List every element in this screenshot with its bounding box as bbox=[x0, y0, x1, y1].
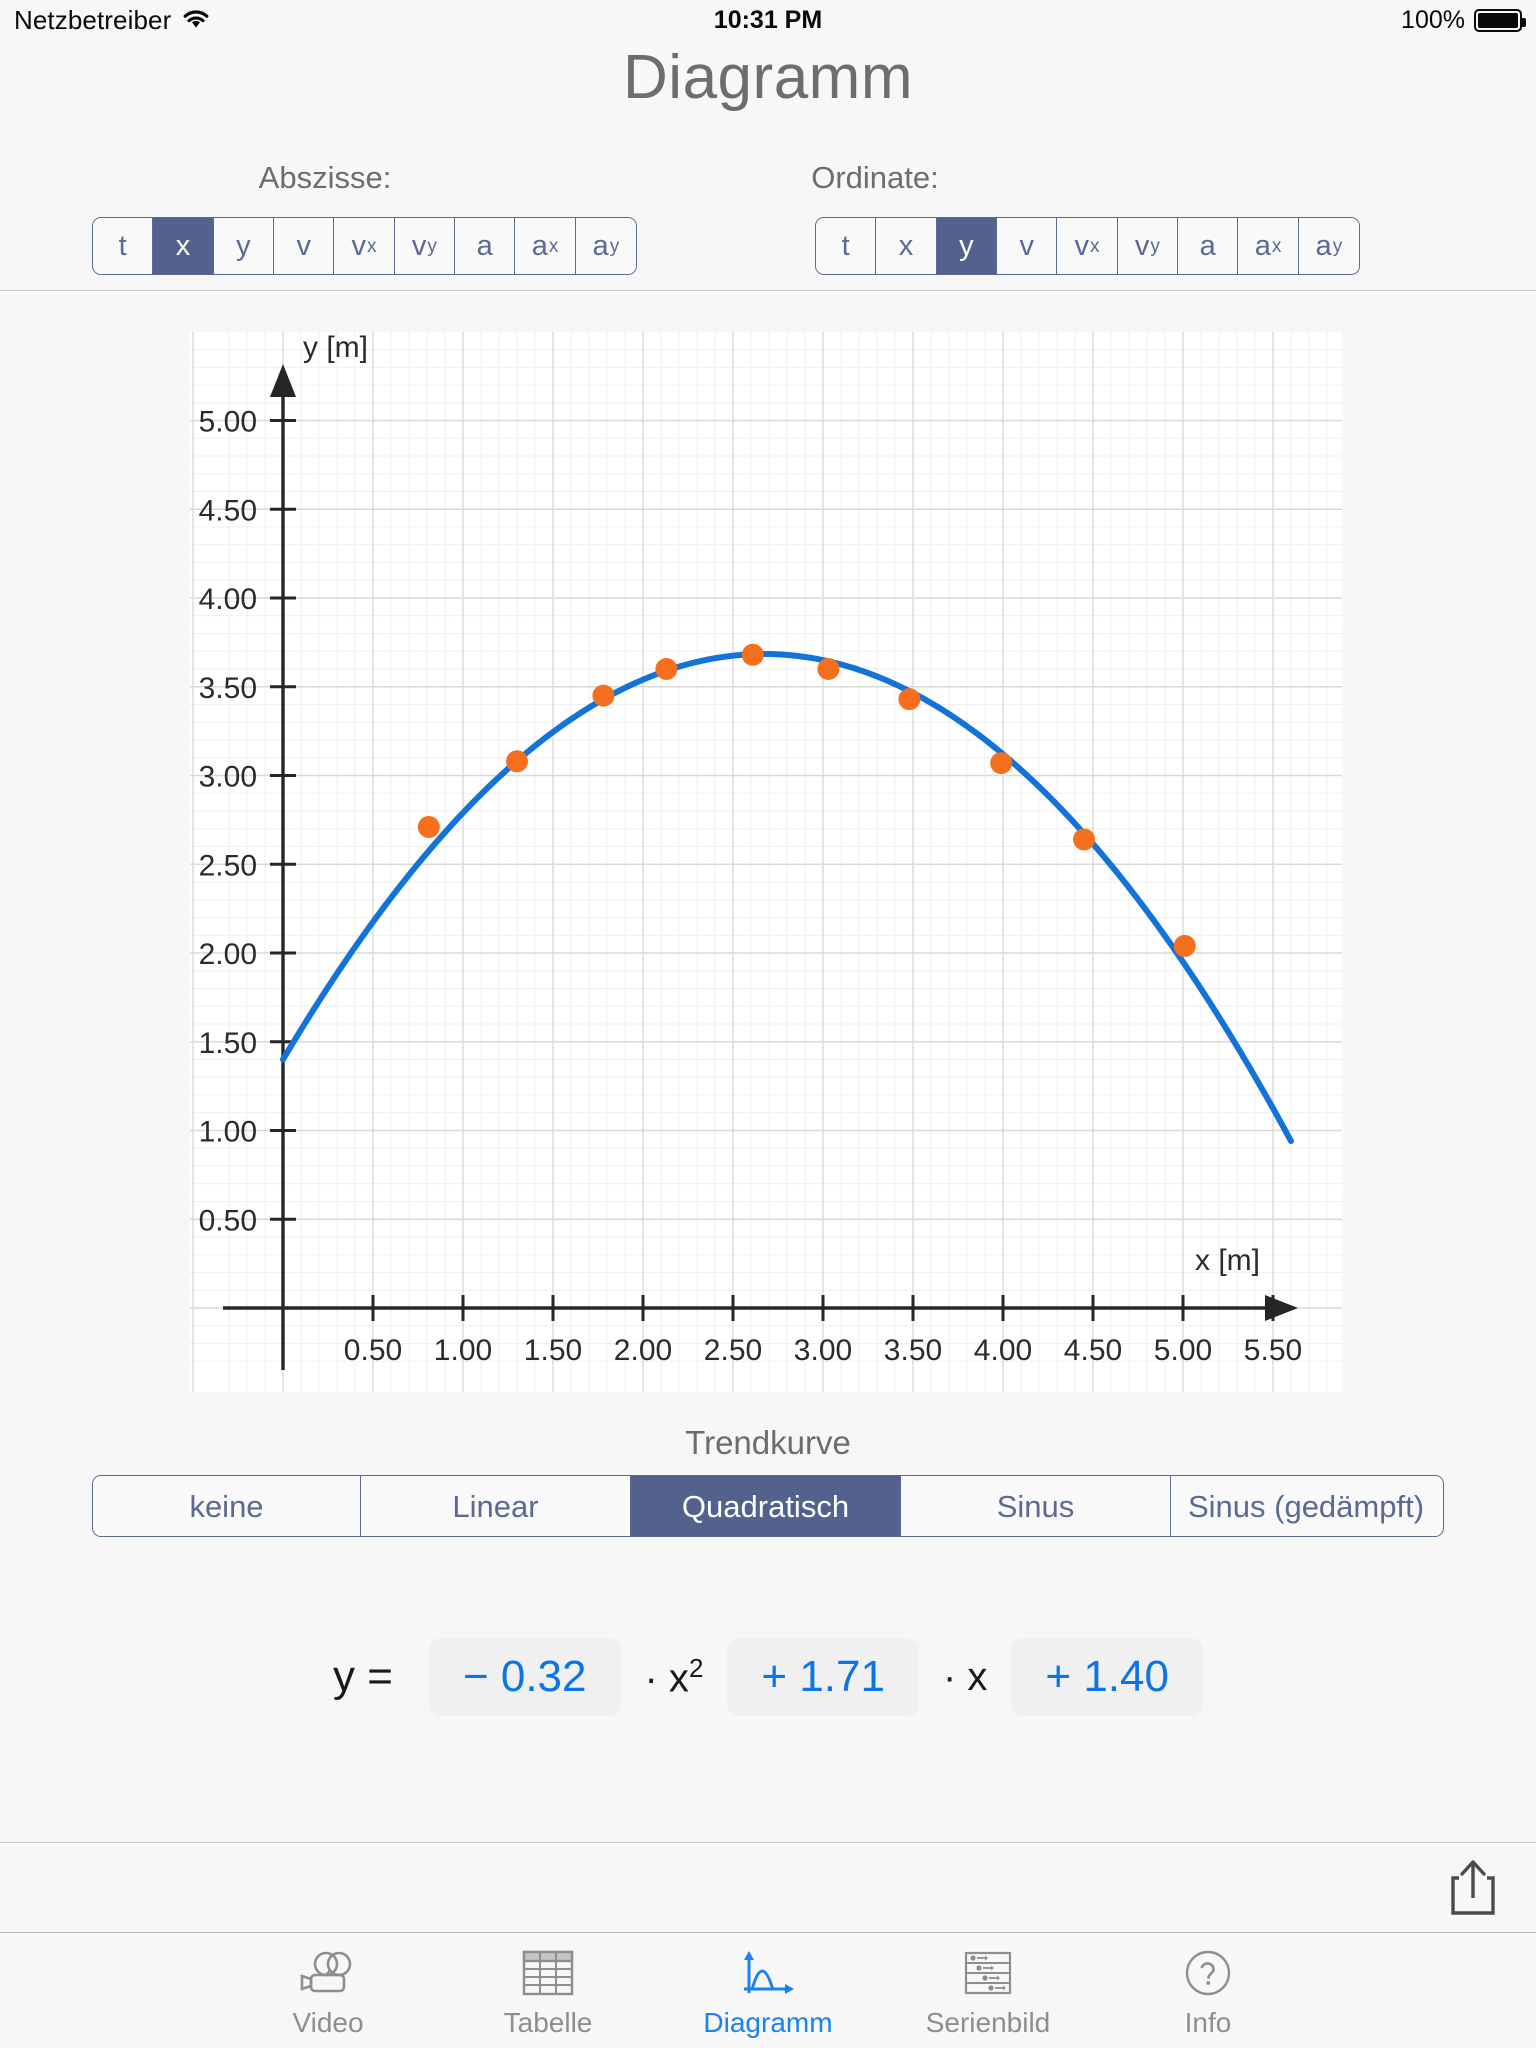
abscissa-option-ax[interactable]: ax bbox=[515, 218, 576, 274]
app-root: Netzbetreiber 10:31 PM 100% Diagramm Abs… bbox=[0, 0, 1536, 2048]
svg-text:5.00: 5.00 bbox=[199, 406, 257, 439]
svg-text:4.50: 4.50 bbox=[1064, 1334, 1122, 1367]
status-bar-time: 10:31 PM bbox=[713, 5, 823, 34]
x-axis-label: x [m] bbox=[1195, 1244, 1260, 1277]
ordinate-option-vx[interactable]: vx bbox=[1057, 218, 1118, 274]
tab-video-label: Video bbox=[292, 2007, 364, 2038]
data-point bbox=[990, 752, 1013, 775]
table-grid-icon bbox=[522, 1947, 574, 1999]
share-button[interactable] bbox=[1436, 1852, 1510, 1926]
trend-option-linear[interactable]: Linear bbox=[361, 1476, 631, 1536]
ordinate-option-vy[interactable]: vy bbox=[1117, 218, 1179, 274]
svg-text:4.50: 4.50 bbox=[199, 494, 257, 527]
formula-term-x: · x bbox=[942, 1654, 988, 1699]
formula-term-x-squared: · x2 bbox=[644, 1652, 704, 1701]
header-divider bbox=[0, 290, 1536, 291]
data-point bbox=[817, 658, 840, 680]
ordinate-option-ax[interactable]: ax bbox=[1238, 218, 1299, 274]
diagram-plot[interactable]: 0.50 1.00 1.50 2.00 2.50 3.00 3.50 4.00 4.50 5.00… bbox=[190, 332, 1342, 1392]
svg-text:0.50: 0.50 bbox=[199, 1204, 257, 1237]
tab-info-label: Info bbox=[1184, 2007, 1232, 2038]
tab-tabelle[interactable]: Tabelle bbox=[438, 1933, 658, 2039]
ordinate-option-a[interactable]: a bbox=[1178, 218, 1239, 274]
ordinate-option-ay[interactable]: ay bbox=[1298, 218, 1359, 274]
toolbar-divider bbox=[0, 1842, 1536, 1843]
svg-text:1.50: 1.50 bbox=[524, 1334, 582, 1367]
chart-curve-icon bbox=[740, 1947, 796, 1999]
status-bar-right: 100% bbox=[1401, 5, 1526, 35]
abscissa-option-ay[interactable]: ay bbox=[575, 218, 636, 274]
trend-formula: y = − 0.32 · x2 + 1.71 · x + 1.40 bbox=[0, 1638, 1536, 1716]
svg-text:1.00: 1.00 bbox=[434, 1334, 492, 1367]
svg-text:2.00: 2.00 bbox=[614, 1334, 672, 1367]
trendkurve-segmented-control[interactable]: keine Linear Quadratisch Sinus Sinus (ge… bbox=[92, 1475, 1444, 1537]
question-circle-icon bbox=[1183, 1947, 1233, 1999]
data-point bbox=[1173, 934, 1196, 957]
y-axis-label: y [m] bbox=[303, 332, 368, 364]
svg-text:3.50: 3.50 bbox=[884, 1334, 942, 1367]
formula-lhs: y = bbox=[333, 1652, 393, 1701]
chart-svg: 0.50 1.00 1.50 2.00 2.50 3.00 3.50 4.00 4.50 5.00… bbox=[190, 332, 1342, 1392]
tab-info[interactable]: Info bbox=[1098, 1933, 1318, 2039]
formula-coefficient-b[interactable]: + 1.71 bbox=[727, 1638, 919, 1716]
tab-diagramm-label: Diagramm bbox=[703, 2007, 833, 2038]
data-point bbox=[741, 643, 764, 666]
tab-video[interactable]: Video bbox=[218, 1933, 438, 2039]
abscissa-option-x[interactable]: x bbox=[153, 218, 214, 274]
tab-bar: Video Tabelle Diagramm Serienbild Info bbox=[0, 1932, 1536, 2048]
svg-text:2.50: 2.50 bbox=[704, 1334, 762, 1367]
abscissa-option-v[interactable]: v bbox=[274, 218, 335, 274]
status-bar: Netzbetreiber 10:31 PM 100% bbox=[0, 0, 1536, 40]
svg-text:3.50: 3.50 bbox=[199, 672, 257, 705]
tab-serienbild-label: Serienbild bbox=[925, 2007, 1051, 2038]
abscissa-option-t[interactable]: t bbox=[93, 218, 154, 274]
trend-option-sinus-gedaempft[interactable]: Sinus (gedämpft) bbox=[1171, 1476, 1441, 1536]
abscissa-option-y[interactable]: y bbox=[213, 218, 275, 274]
ordinate-option-y[interactable]: y bbox=[936, 218, 998, 274]
tab-tabelle-label: Tabelle bbox=[503, 2007, 593, 2038]
ordinate-label: Ordinate: bbox=[811, 160, 939, 195]
data-point bbox=[898, 688, 921, 711]
svg-text:4.00: 4.00 bbox=[199, 583, 257, 616]
data-point bbox=[506, 750, 528, 773]
data-point bbox=[592, 684, 615, 707]
trend-option-quadratisch[interactable]: Quadratisch bbox=[631, 1476, 901, 1536]
series-image-icon bbox=[960, 1947, 1016, 1999]
formula-coefficient-a[interactable]: − 0.32 bbox=[428, 1638, 621, 1716]
ordinate-option-t[interactable]: t bbox=[816, 218, 877, 274]
trend-option-keine[interactable]: keine bbox=[93, 1476, 361, 1536]
svg-text:0.50: 0.50 bbox=[344, 1334, 402, 1367]
svg-text:3.00: 3.00 bbox=[794, 1334, 852, 1367]
abscissa-option-vx[interactable]: vx bbox=[334, 218, 395, 274]
svg-text:5.50: 5.50 bbox=[1244, 1334, 1302, 1367]
battery-percent-label: 100% bbox=[1401, 5, 1465, 34]
tab-diagramm[interactable]: Diagramm bbox=[658, 1933, 878, 2039]
tab-serienbild[interactable]: Serienbild bbox=[878, 1933, 1098, 2039]
ordinate-segmented-control[interactable]: t x y v vx vy a ax ay bbox=[815, 217, 1360, 275]
abscissa-option-vy[interactable]: vy bbox=[394, 218, 456, 274]
data-point bbox=[655, 658, 678, 680]
page-title: Diagramm bbox=[623, 43, 913, 112]
svg-text:1.50: 1.50 bbox=[199, 1027, 257, 1060]
svg-text:1.00: 1.00 bbox=[199, 1116, 257, 1149]
trend-option-sinus[interactable]: Sinus bbox=[901, 1476, 1171, 1536]
svg-text:3.00: 3.00 bbox=[199, 761, 257, 794]
svg-text:2.00: 2.00 bbox=[199, 938, 257, 971]
abscissa-option-a[interactable]: a bbox=[455, 218, 516, 274]
ordinate-option-x[interactable]: x bbox=[876, 218, 937, 274]
abscissa-label: Abszisse: bbox=[258, 160, 392, 195]
trendkurve-label: Trendkurve bbox=[685, 1424, 851, 1461]
data-point bbox=[1073, 828, 1095, 851]
svg-text:5.00: 5.00 bbox=[1154, 1334, 1212, 1367]
video-camera-icon bbox=[299, 1947, 357, 1999]
formula-coefficient-c[interactable]: + 1.40 bbox=[1011, 1638, 1203, 1716]
battery-full-icon bbox=[1474, 8, 1526, 32]
svg-text:4.00: 4.00 bbox=[974, 1334, 1032, 1367]
abscissa-segmented-control[interactable]: t x y v vx vy a ax ay bbox=[92, 217, 637, 275]
ordinate-option-v[interactable]: v bbox=[997, 218, 1058, 274]
data-point bbox=[417, 815, 440, 838]
svg-text:2.50: 2.50 bbox=[199, 849, 257, 882]
share-icon bbox=[1448, 1858, 1498, 1921]
